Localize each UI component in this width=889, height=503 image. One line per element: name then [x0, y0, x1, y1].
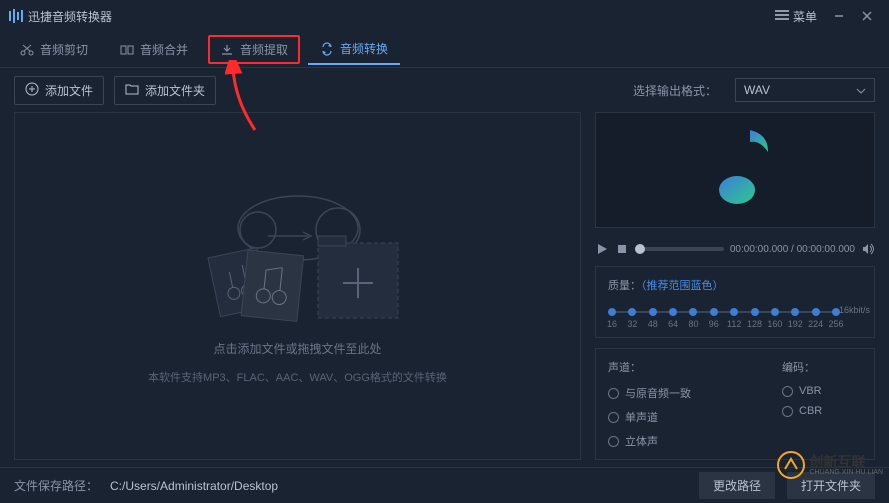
- radio-channel-same[interactable]: 与原音频一致: [608, 385, 758, 401]
- app-logo: 迅捷音频转换器: [8, 8, 112, 25]
- scissors-icon: [20, 43, 34, 57]
- channel-encode-box: 声道： 与原音频一致 单声道 立体声 编码： VBR CBR: [595, 348, 875, 460]
- save-path-label: 文件保存路径：: [14, 477, 98, 494]
- stop-button[interactable]: [615, 242, 629, 256]
- button-label: 添加文件: [45, 82, 93, 99]
- toolbar: 添加文件 添加文件夹 选择输出格式： WAV: [0, 68, 889, 112]
- quality-dot[interactable]: [710, 308, 718, 316]
- progress-thumb[interactable]: [635, 244, 645, 254]
- preview-box: [595, 112, 875, 228]
- convert-icon: [320, 42, 334, 56]
- select-value: WAV: [744, 83, 770, 97]
- quality-dot[interactable]: [628, 308, 636, 316]
- quality-box: 质量：（推荐范围蓝色） 16 32 48 64 80 96 112 128 160 192 224 2…: [595, 266, 875, 338]
- quality-dot[interactable]: [771, 308, 779, 316]
- channel-group: 声道： 与原音频一致 单声道 立体声: [608, 359, 758, 449]
- encode-group: 编码： VBR CBR: [782, 359, 862, 449]
- quality-dot[interactable]: [608, 308, 616, 316]
- plus-circle-icon: [25, 82, 39, 99]
- merge-icon: [120, 43, 134, 57]
- quality-slider[interactable]: 163248648096112128160192224256 16kbit/s: [608, 303, 862, 327]
- quality-mark-label: 32: [627, 319, 637, 329]
- close-button[interactable]: [853, 2, 881, 30]
- quality-mark-label: 48: [648, 319, 658, 329]
- bottombar: 文件保存路径： C:/Users/Administrator/Desktop 更…: [0, 467, 889, 503]
- quality-mark-label: 128: [747, 319, 762, 329]
- open-folder-button[interactable]: 打开文件夹: [787, 472, 875, 499]
- app-title: 迅捷音频转换器: [28, 8, 112, 25]
- quality-mark-label: 96: [709, 319, 719, 329]
- encode-title: 编码：: [782, 359, 862, 375]
- main-area: 点击添加文件或拖拽文件至此处 本软件支持MP3、FLAC、AAC、WAV、OGG…: [0, 112, 889, 468]
- radio-channel-mono[interactable]: 单声道: [608, 409, 758, 425]
- menu-label: 菜单: [793, 8, 817, 25]
- drop-text-primary: 点击添加文件或拖拽文件至此处: [213, 340, 381, 357]
- volume-icon[interactable]: [861, 242, 875, 256]
- tab-label: 音频提取: [240, 41, 288, 58]
- quality-dot[interactable]: [649, 308, 657, 316]
- time-display: 00:00:00.000 / 00:00:00.000: [730, 244, 855, 255]
- tab-audio-cut[interactable]: 音频剪切: [8, 35, 100, 64]
- add-folder-button[interactable]: 添加文件夹: [114, 76, 216, 105]
- menu-button[interactable]: 菜单: [767, 4, 825, 29]
- tab-label: 音频转换: [340, 40, 388, 57]
- output-format-label: 选择输出格式：: [633, 82, 717, 99]
- chevron-down-icon: [856, 83, 866, 97]
- tab-label: 音频剪切: [40, 41, 88, 58]
- quality-dot[interactable]: [791, 308, 799, 316]
- radio-encode-cbr[interactable]: CBR: [782, 405, 862, 417]
- music-note-icon: [695, 125, 775, 215]
- extract-icon: [220, 43, 234, 57]
- tab-label: 音频合并: [140, 41, 188, 58]
- quality-dot[interactable]: [812, 308, 820, 316]
- drop-text-secondary: 本软件支持MP3、FLAC、AAC、WAV、OGG格式的文件转换: [148, 369, 447, 385]
- app-icon: [8, 8, 24, 24]
- quality-mark-label: 112: [727, 319, 741, 329]
- button-label: 添加文件夹: [145, 82, 205, 99]
- quality-dot[interactable]: [669, 308, 677, 316]
- right-panel: 00:00:00.000 / 00:00:00.000 质量：（推荐范围蓝色） …: [595, 112, 875, 460]
- quality-mark-label: 80: [688, 319, 698, 329]
- drop-illustration: [178, 188, 418, 328]
- quality-mark-label: 160: [767, 319, 782, 329]
- tabbar: 音频剪切 音频合并 音频提取 音频转换: [0, 32, 889, 68]
- quality-dot[interactable]: [689, 308, 697, 316]
- output-format-select[interactable]: WAV: [735, 78, 875, 102]
- tab-audio-extract[interactable]: 音频提取: [208, 35, 300, 64]
- quality-mark-label: 192: [788, 319, 803, 329]
- titlebar: 迅捷音频转换器 菜单: [0, 0, 889, 32]
- quality-dot[interactable]: [730, 308, 738, 316]
- quality-label: 质量：（推荐范围蓝色）: [608, 277, 862, 293]
- quality-mark-label: 256: [828, 319, 843, 329]
- save-path-value: C:/Users/Administrator/Desktop: [110, 479, 278, 493]
- tab-audio-convert[interactable]: 音频转换: [308, 34, 400, 65]
- add-file-button[interactable]: 添加文件: [14, 76, 104, 105]
- hamburger-icon: [775, 9, 789, 23]
- quality-unit: 16kbit/s: [839, 305, 870, 315]
- tab-audio-merge[interactable]: 音频合并: [108, 35, 200, 64]
- quality-mark-label: 64: [668, 319, 678, 329]
- player-bar: 00:00:00.000 / 00:00:00.000: [595, 238, 875, 256]
- channel-title: 声道：: [608, 359, 758, 375]
- play-button[interactable]: [595, 242, 609, 256]
- folder-icon: [125, 82, 139, 99]
- progress-slider[interactable]: [635, 247, 724, 251]
- quality-dot[interactable]: [751, 308, 759, 316]
- drop-zone[interactable]: 点击添加文件或拖拽文件至此处 本软件支持MP3、FLAC、AAC、WAV、OGG…: [14, 112, 581, 460]
- quality-mark-label: 224: [808, 319, 823, 329]
- radio-encode-vbr[interactable]: VBR: [782, 385, 862, 397]
- radio-channel-stereo[interactable]: 立体声: [608, 433, 758, 449]
- change-path-button[interactable]: 更改路径: [699, 472, 775, 499]
- minimize-button[interactable]: [825, 2, 853, 30]
- quality-mark-label: 16: [607, 319, 617, 329]
